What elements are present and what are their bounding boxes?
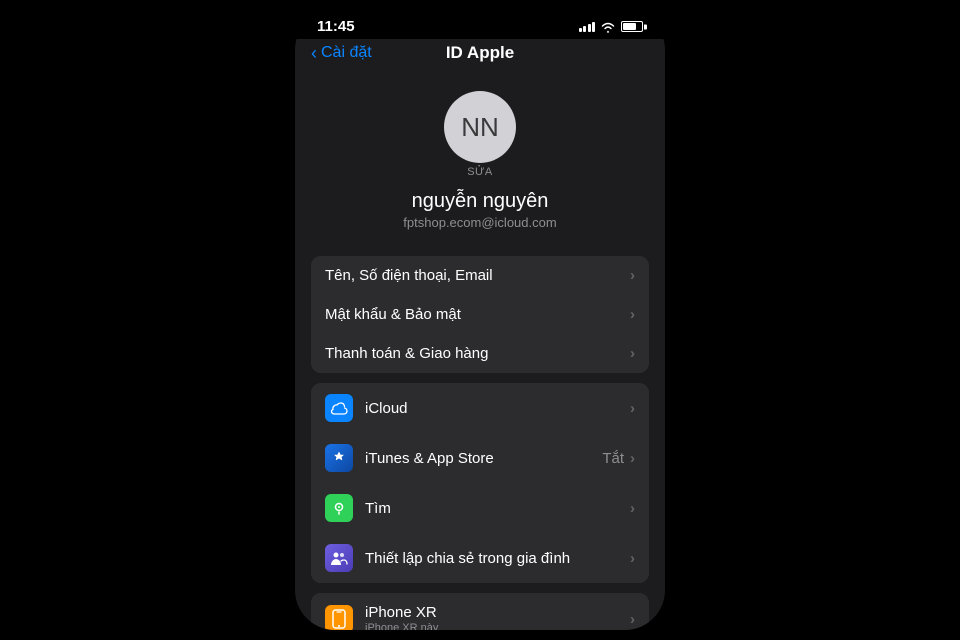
profile-email: fptshop.ecom@icloud.com	[403, 215, 556, 230]
settings-group-2: iCloud › iTunes & App Store Tắt ›	[311, 383, 649, 583]
row-family[interactable]: Thiết lập chia sẻ trong gia đình ›	[311, 533, 649, 583]
chevron-icon-appstore: ›	[630, 450, 635, 467]
row-password-security[interactable]: Mật khẩu & Bảo mật ›	[311, 295, 649, 334]
row-label-findmy: Tìm	[365, 500, 630, 517]
nav-bar: ‹ Cài đặt ID Apple	[295, 39, 665, 71]
settings-group-1: Tên, Số điện thoại, Email › Mật khẩu & B…	[311, 256, 649, 373]
iphone-icon	[325, 605, 353, 630]
back-arrow-icon: ‹	[311, 43, 317, 64]
row-itunes-appstore[interactable]: iTunes & App Store Tắt ›	[311, 433, 649, 483]
family-icon	[325, 544, 353, 572]
status-bar: 11:45	[295, 10, 665, 39]
avatar-initials: NN	[461, 112, 499, 143]
row-findmy[interactable]: Tìm ›	[311, 483, 649, 533]
row-label-iphone: iPhone XR	[365, 604, 630, 621]
scroll-content[interactable]: NN SỬA nguyễn nguyên fptshop.ecom@icloud…	[295, 71, 665, 630]
chevron-icon-1: ›	[630, 267, 635, 284]
appstore-icon	[325, 444, 353, 472]
avatar-container[interactable]: NN SỬA	[444, 91, 516, 178]
row-label-icloud: iCloud	[365, 400, 630, 417]
chevron-icon-icloud: ›	[630, 400, 635, 417]
profile-name: nguyễn nguyên	[412, 190, 549, 213]
chevron-icon-iphone: ›	[630, 611, 635, 628]
signal-icon	[579, 22, 596, 32]
back-label: Cài đặt	[321, 44, 372, 62]
page-title: ID Apple	[446, 43, 514, 63]
row-iphone[interactable]: iPhone XR iPhone XR này ›	[311, 593, 649, 630]
row-label-iphone-wrap: iPhone XR iPhone XR này	[365, 604, 630, 630]
profile-section: NN SỬA nguyễn nguyên fptshop.ecom@icloud…	[295, 71, 665, 246]
battery-icon	[621, 21, 643, 32]
status-time: 11:45	[317, 18, 355, 35]
settings-group-3: iPhone XR iPhone XR này ›	[311, 593, 649, 630]
avatar: NN	[444, 91, 516, 163]
row-name-phone-email[interactable]: Tên, Số điện thoại, Email ›	[311, 256, 649, 295]
wifi-icon	[600, 21, 616, 33]
chevron-icon-findmy: ›	[630, 500, 635, 517]
chevron-icon-3: ›	[630, 345, 635, 362]
row-sublabel-iphone: iPhone XR này	[365, 622, 630, 630]
phone-screen: 11:45 ‹ Cài đặt ID Apple	[295, 10, 665, 630]
findmy-icon	[325, 494, 353, 522]
row-label-family: Thiết lập chia sẻ trong gia đình	[365, 550, 630, 567]
row-label-appstore: iTunes & App Store	[365, 450, 602, 467]
row-label-password: Mật khẩu & Bảo mật	[325, 306, 630, 323]
row-value-appstore: Tắt	[602, 450, 624, 467]
chevron-icon-2: ›	[630, 306, 635, 323]
row-payment-shipping[interactable]: Thanh toán & Giao hàng ›	[311, 334, 649, 373]
row-label-payment: Thanh toán & Giao hàng	[325, 345, 630, 362]
row-icloud[interactable]: iCloud ›	[311, 383, 649, 433]
chevron-icon-family: ›	[630, 550, 635, 567]
back-button[interactable]: ‹ Cài đặt	[311, 43, 372, 64]
row-label-name: Tên, Số điện thoại, Email	[325, 267, 630, 284]
edit-label: SỬA	[444, 166, 516, 178]
status-icons	[579, 21, 644, 33]
icloud-icon	[325, 394, 353, 422]
